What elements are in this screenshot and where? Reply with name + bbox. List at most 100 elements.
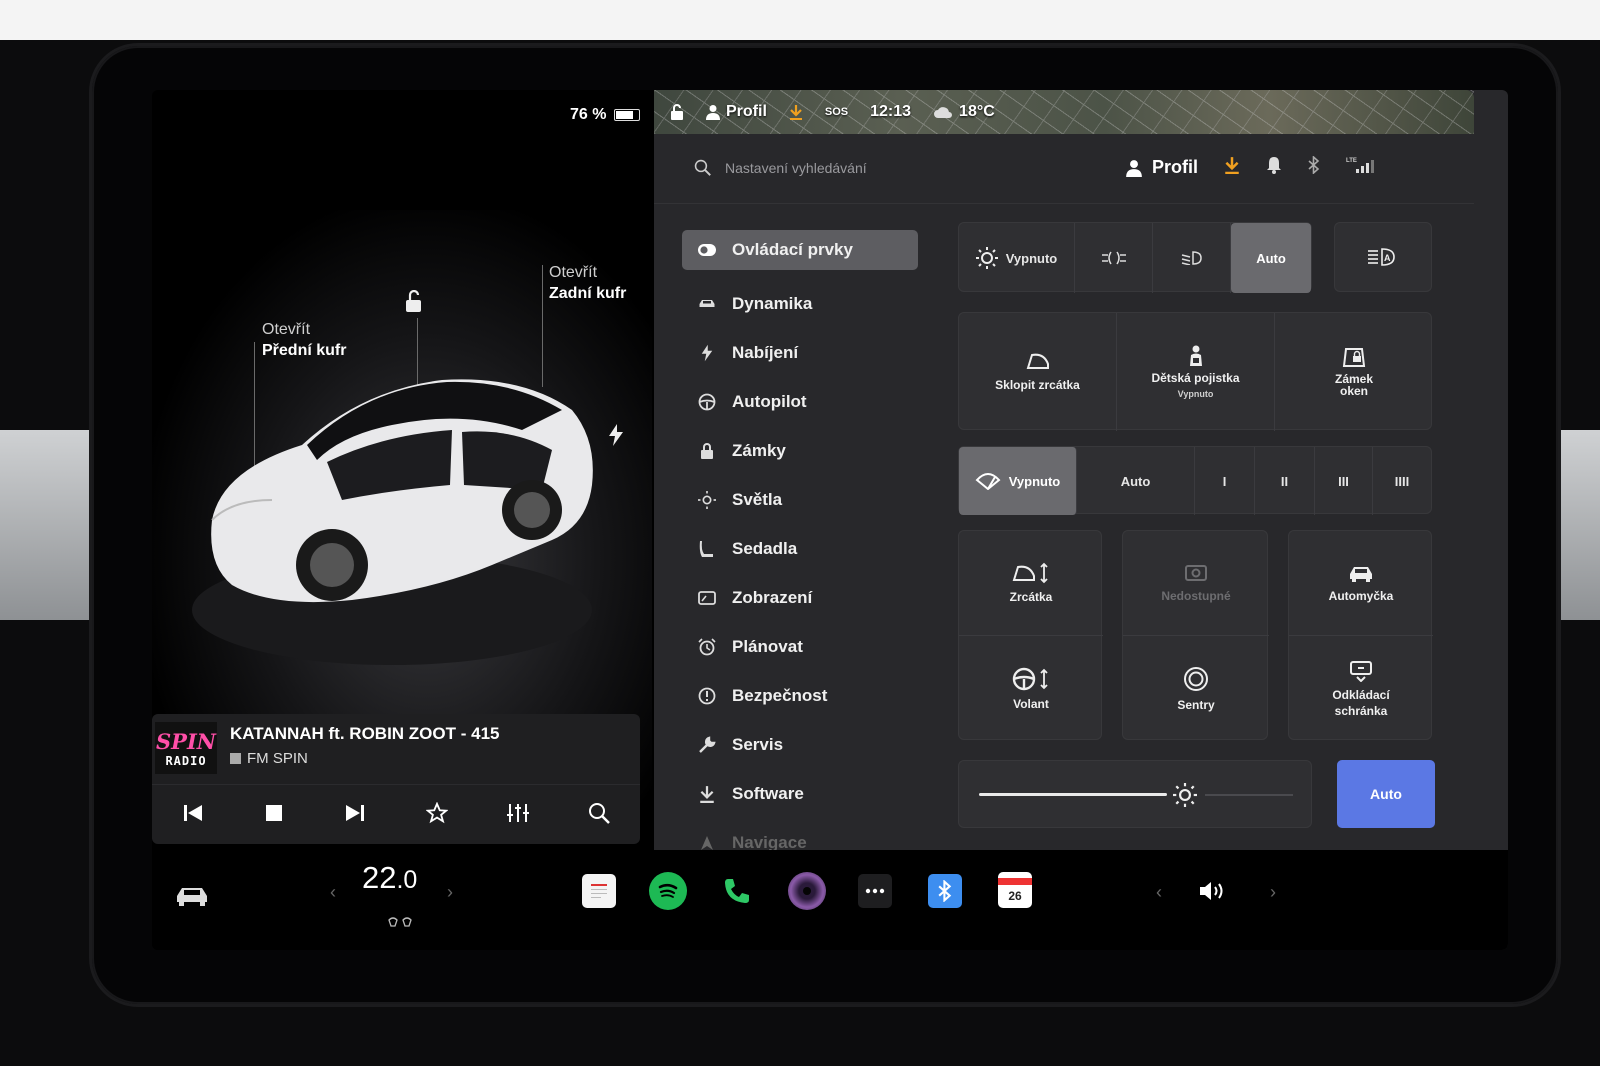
radio-source-icon [230, 753, 241, 764]
camera-app-icon[interactable] [788, 872, 826, 910]
wipers-off-button[interactable]: Vypnuto [959, 447, 1077, 515]
search-input[interactable]: Nastavení vyhledávání [725, 160, 867, 176]
settings-navigation: Ovládací prvky Dynamika Nabíjení Autopilot Z… [682, 230, 918, 867]
lock-status-icon[interactable] [670, 104, 684, 120]
wipers-auto-button[interactable]: Auto [1077, 447, 1195, 515]
nav-item-display[interactable]: Zobrazení [682, 573, 918, 622]
media-search-button[interactable] [582, 796, 616, 830]
stop-button[interactable] [257, 796, 291, 830]
profile-button[interactable]: Profil [1126, 157, 1198, 178]
child-lock-button[interactable]: Dětská pojistka Vypnuto [1117, 313, 1275, 431]
brightness-control [958, 760, 1312, 828]
status-profile[interactable]: Profil [706, 103, 767, 121]
download-icon [698, 785, 716, 803]
settings-search[interactable]: Nastavení vyhledávání [694, 159, 867, 176]
more-apps-icon[interactable] [858, 874, 892, 908]
volume-down-button[interactable]: ‹ [1156, 882, 1162, 903]
window-lock-button[interactable]: Zámek oken [1275, 313, 1433, 431]
window-lock-label-2: oken [1339, 384, 1368, 398]
open-trunk-button[interactable]: Otevřít Zadní kufr [549, 262, 626, 304]
phone-app-icon[interactable] [718, 872, 756, 910]
bluetooth-app-icon[interactable] [928, 874, 962, 908]
nav-item-sun[interactable]: Světla [682, 475, 918, 524]
nav-item-label: Dynamika [732, 293, 813, 313]
wiper-speed-2-label: II [1280, 473, 1289, 489]
touchscreen: 76 % Otevřít Přední kufr Otevřít Zadní k… [152, 90, 1508, 950]
trunk-label: Zadní kufr [549, 285, 627, 302]
display-icon [698, 589, 716, 607]
next-track-button[interactable] [338, 796, 372, 830]
nav-item-label: Zobrazení [732, 587, 813, 607]
brightness-auto-button[interactable]: Auto [1337, 760, 1435, 828]
wiper-speed-3-button[interactable]: III [1315, 447, 1373, 515]
wipers-auto-label: Auto [1120, 473, 1151, 489]
lights-off-button[interactable]: Vypnuto [959, 223, 1075, 293]
cabin-temperature[interactable]: 22.0 [362, 860, 417, 896]
nav-item-toggle[interactable]: Ovládací prvky [682, 230, 918, 270]
software-update-icon[interactable] [1224, 156, 1240, 179]
low-beam-button[interactable] [1153, 223, 1231, 293]
child-lock-state: Vypnuto [1177, 389, 1214, 399]
fold-mirrors-button[interactable]: Sklopit zrcátka [959, 313, 1117, 431]
header-icons: Profil LTE [1126, 155, 1375, 179]
calendar-app-icon[interactable]: 26 [998, 872, 1032, 908]
nav-item-label: Autopilot [732, 391, 807, 411]
wiper-speed-2-button[interactable]: II [1255, 447, 1315, 515]
lights-auto-label: Auto [1256, 250, 1286, 266]
wiper-speed-1-label: I [1222, 473, 1227, 489]
nav-item-label: Servis [732, 734, 784, 754]
battery-percent: 76 % [570, 106, 607, 123]
steering-wheel-label: Volant [1013, 696, 1049, 711]
download-status-icon[interactable] [789, 104, 803, 120]
nav-item-download[interactable]: Software [682, 769, 918, 818]
nav-item-lock[interactable]: Zámky [682, 426, 918, 475]
window-lock-icon [1342, 348, 1366, 367]
temp-up-button[interactable]: › [447, 882, 453, 903]
wiper-speed-4-button[interactable]: IIII [1373, 447, 1431, 515]
lights-auto-button[interactable]: Auto [1231, 223, 1311, 293]
dashcam-icon [1185, 565, 1207, 581]
station-name: FM SPIN [230, 750, 308, 767]
sos-indicator[interactable]: SOS [825, 106, 848, 118]
nav-item-info-circle[interactable]: Bezpečnost [682, 671, 918, 720]
mirrors-adjust-button[interactable]: Zrcátka [959, 531, 1103, 636]
svg-text:A: A [1384, 253, 1391, 263]
outside-temperature: 18°C [959, 103, 995, 120]
nav-item-wrench[interactable]: Servis [682, 720, 918, 769]
brightness-slider[interactable] [979, 793, 1167, 796]
spotify-app-icon[interactable] [649, 872, 687, 910]
glovebox-button[interactable]: Odkládací schránka [1289, 636, 1433, 741]
auto-high-beam-button[interactable]: A [1334, 222, 1432, 292]
nav-item-steering-wheel[interactable]: Autopilot [682, 377, 918, 426]
bluetooth-icon[interactable] [1308, 155, 1320, 179]
steering-wheel-adjust-button[interactable]: Volant [959, 636, 1103, 741]
car-wash-mode-button[interactable]: Automyčka [1289, 531, 1433, 636]
nav-item-seat[interactable]: Sedadla [682, 524, 918, 573]
auto-high-beam-icon: A [1368, 248, 1395, 266]
sentry-mode-button[interactable]: Sentry [1123, 636, 1269, 741]
equalizer-button[interactable] [501, 796, 535, 830]
nav-item-bolt[interactable]: Nabíjení [682, 328, 918, 377]
volume-up-button[interactable]: › [1270, 882, 1276, 903]
brightness-sun-icon[interactable] [1173, 783, 1197, 812]
previous-track-button[interactable] [176, 796, 210, 830]
nav-item-label: Ovládací prvky [732, 240, 853, 259]
dashboard-trim-left [0, 430, 95, 620]
temp-down-button[interactable]: ‹ [330, 882, 336, 903]
station-logo-sub: RADIO [165, 753, 207, 768]
favorite-star-button[interactable] [420, 796, 454, 830]
bottom-dock: ‹ › 26 ‹ › [152, 850, 1508, 950]
nav-item-car[interactable]: Dynamika [682, 279, 918, 328]
seat-heat-icon[interactable] [380, 914, 422, 930]
frunk-label-action: Otevřít [262, 321, 311, 338]
parking-lights-button[interactable] [1075, 223, 1153, 293]
nav-item-alarm-clock[interactable]: Plánovat [682, 622, 918, 671]
station-logo-text: SPIN [156, 728, 216, 754]
unlock-icon[interactable] [403, 289, 425, 319]
notifications-bell-icon[interactable] [1266, 156, 1282, 179]
volume-icon[interactable] [1194, 874, 1234, 908]
car-menu-button[interactable] [170, 876, 214, 916]
notes-app-icon[interactable] [582, 874, 616, 908]
nav-item-label: Software [732, 783, 804, 803]
wiper-speed-1-button[interactable]: I [1195, 447, 1255, 515]
